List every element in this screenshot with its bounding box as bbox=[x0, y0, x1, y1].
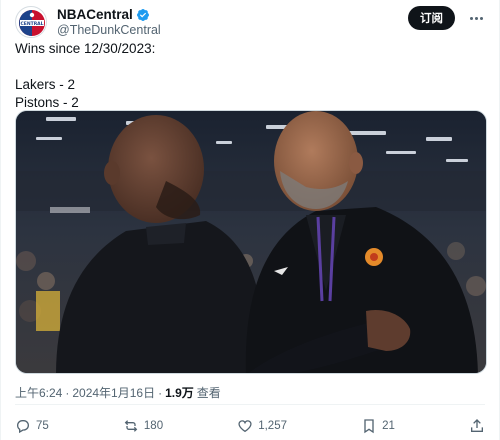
svg-text:CENTRAL: CENTRAL bbox=[20, 21, 43, 27]
tweet-photo[interactable] bbox=[15, 110, 487, 374]
like-button[interactable]: 1,257 bbox=[237, 418, 287, 434]
more-options-icon[interactable] bbox=[467, 10, 485, 26]
tweet-line: Wins since 12/30/2023: bbox=[15, 41, 156, 56]
reply-count: 75 bbox=[36, 420, 49, 432]
repost-button[interactable]: 180 bbox=[123, 418, 163, 434]
author-name-row: NBACentral bbox=[57, 7, 150, 22]
subscribe-button[interactable]: 订阅 bbox=[408, 6, 455, 30]
avatar[interactable]: CENTRAL bbox=[15, 6, 47, 38]
nba-central-logo-icon: CENTRAL bbox=[17, 8, 46, 37]
repost-icon bbox=[124, 420, 138, 432]
meta-separator: · bbox=[158, 385, 163, 400]
repost-count: 180 bbox=[143, 420, 164, 432]
meta-separator: · bbox=[65, 385, 70, 400]
author-handle[interactable]: @TheDunkCentral bbox=[57, 23, 161, 37]
tweet-card: CENTRAL NBACentral @TheDunkCentral 订阅 Wi… bbox=[0, 0, 500, 440]
share-icon[interactable] bbox=[469, 418, 485, 434]
photo-two-coaches bbox=[16, 111, 486, 373]
bookmark-icon bbox=[364, 419, 374, 434]
tweet-date[interactable]: 2024年1月16日 bbox=[72, 384, 155, 401]
reply-button[interactable]: 75 bbox=[15, 418, 49, 434]
tweet-header: CENTRAL NBACentral @TheDunkCentral 订阅 bbox=[15, 6, 485, 38]
tweet-line: Lakers - 2 bbox=[15, 77, 76, 92]
author-display-name[interactable]: NBACentral bbox=[57, 7, 133, 22]
tweet-meta: 上午6:24 · 2024年1月16日 · 1.9万 查看 bbox=[15, 384, 221, 401]
verified-badge-icon bbox=[136, 8, 149, 21]
bookmark-count: 21 bbox=[382, 420, 395, 432]
tweet-time[interactable]: 上午6:24 bbox=[15, 384, 62, 401]
views-label: 查看 bbox=[196, 386, 221, 400]
like-count: 1,257 bbox=[258, 420, 287, 432]
bookmark-button[interactable]: 21 bbox=[361, 418, 395, 434]
tweet-text: Wins since 12/30/2023: Lakers - 2 Piston… bbox=[15, 40, 155, 112]
tweet-line bbox=[15, 58, 155, 76]
heart-icon bbox=[238, 420, 252, 433]
reply-icon bbox=[17, 420, 29, 434]
views-count: 1.9万 bbox=[165, 386, 194, 400]
divider bbox=[15, 404, 485, 405]
action-bar: 75 180 1,257 21 bbox=[15, 416, 485, 436]
